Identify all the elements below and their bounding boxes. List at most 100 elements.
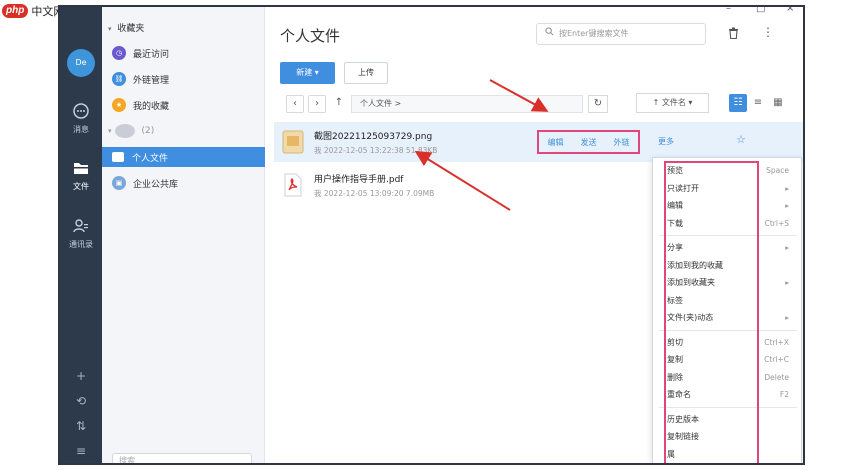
context-menu-item[interactable]: 下载 Ctrl+S [667, 215, 797, 232]
detail-view-icon[interactable]: ☷ [729, 94, 747, 112]
sort-dropdown[interactable]: ↑ 文件名 ▾ [636, 93, 709, 113]
rail-label-messages: 消息 [73, 125, 89, 134]
rail-label-files: 文件 [73, 182, 89, 191]
minimize-icon[interactable]: – [726, 7, 731, 14]
menu-item-shortcut: Ctrl+S [764, 218, 789, 228]
share-link-button[interactable]: 外链 [614, 137, 630, 148]
file-name: 用户操作指导手册.pdf [314, 174, 404, 185]
menu-item-label: 复制链接 [667, 432, 699, 441]
context-menu-item[interactable]: 编辑 ▸ [667, 197, 797, 214]
file-meta: 我 2022-12-05 13:09:20 7.09MB [314, 188, 435, 198]
send-button[interactable]: 发送 [581, 137, 597, 148]
sidebar-item-enterprise-library[interactable]: ▣ 企业公共库 [102, 173, 265, 193]
breadcrumb[interactable]: 个人文件 > [351, 95, 583, 113]
sidebar-item-personal-files[interactable]: 个人文件 [102, 147, 265, 167]
blurred-group-icon [114, 124, 135, 138]
context-menu-item[interactable]: 分享 ▸ [667, 239, 797, 256]
context-menu: 预览 Space 只读打开 ▸ 编辑 ▸ 下载 Ctrl+S 分享 ▸ 添加到我的收藏 添加到收藏夹 ▸… [652, 157, 802, 463]
favorite-star-icon[interactable]: ☆ [736, 133, 746, 146]
sidebar-item-label: 我的收藏 [133, 101, 170, 112]
watermark: php 中文网 [2, 3, 64, 19]
link-icon: ⛓ [112, 72, 126, 86]
context-menu-item[interactable]: 标签 [667, 292, 797, 309]
refresh-icon[interactable]: ↻ [588, 95, 608, 113]
context-menu-item[interactable]: 只读打开 ▸ [667, 180, 797, 197]
context-menu-item[interactable]: 历史版本 [667, 411, 797, 428]
grid-view-icon[interactable]: ▦ [769, 94, 787, 112]
forward-button[interactable]: › [308, 95, 326, 113]
row-actions: 编辑 发送 外链 [537, 130, 640, 154]
context-menu-item[interactable]: 删除 Delete [667, 369, 797, 386]
edit-button[interactable]: 编辑 [548, 137, 564, 148]
menu-item-label: 添加到收藏夹 [667, 278, 715, 287]
menu-item-shortcut: ▸ [785, 183, 789, 193]
image-file-icon [282, 130, 304, 154]
clock-icon: ◷ [112, 46, 126, 60]
chat-icon [60, 102, 102, 122]
context-menu-item[interactable]: 重命名 F2 [667, 386, 797, 403]
menu-item-label: 重命名 [667, 390, 691, 399]
plus-icon[interactable]: + [60, 369, 102, 383]
context-menu-item[interactable]: 文件(夹)动态 ▸ [667, 309, 797, 326]
personal-folder-icon [112, 152, 124, 162]
sidebar-collapsed-group[interactable]: ▾ (2) [102, 121, 265, 141]
close-icon[interactable]: × [786, 7, 794, 14]
menu-item-label: 编辑 [667, 201, 683, 210]
search-input[interactable]: 按Enter键搜索文件 [536, 23, 706, 45]
context-menu-item[interactable]: 添加到收藏夹 ▸ [667, 274, 797, 291]
up-arrow-icon[interactable]: ↑ [330, 95, 348, 113]
back-button[interactable]: ‹ [286, 95, 304, 113]
pdf-file-icon [282, 173, 304, 197]
contacts-icon [60, 217, 102, 237]
menu-item-label: 删除 [667, 372, 683, 382]
rail-item-files[interactable]: 文件 [60, 159, 102, 192]
avatar[interactable]: De [67, 49, 95, 77]
rail-item-messages[interactable]: 消息 [60, 102, 102, 135]
menu-item-shortcut: Ctrl+C [764, 355, 789, 364]
favorites-group[interactable]: ▾ 收藏夹 [108, 21, 144, 34]
context-menu-item[interactable]: 复制 Ctrl+C [667, 351, 797, 368]
menu-separator [659, 235, 797, 236]
context-menu-item[interactable]: 添加到我的收藏 [667, 257, 797, 274]
context-menu-item[interactable]: 剪切 Ctrl+X [667, 334, 797, 351]
file-name: 截图20221125093729.png [314, 131, 433, 142]
menu-item-shortcut: Space [766, 166, 789, 175]
menu-item-label: 文件(夹)动态 [667, 313, 714, 322]
context-menu-item[interactable]: 复制链接 [667, 428, 797, 445]
trash-icon[interactable] [728, 27, 739, 42]
sidebar-item-label: 个人文件 [132, 153, 169, 164]
rail-item-contacts[interactable]: 通讯录 [60, 217, 102, 250]
menu-icon[interactable]: ≡ [60, 444, 102, 458]
context-menu-item[interactable]: 预览 Space [667, 162, 797, 179]
menu-item-label: 添加到我的收藏 [667, 260, 723, 270]
sidebar-item-links[interactable]: ⛓ 外链管理 [102, 69, 265, 89]
menu-item-label: 只读打开 [667, 183, 699, 193]
context-menu-item[interactable]: 属 [667, 446, 797, 463]
more-button[interactable]: 更多 [658, 136, 674, 147]
sidebar-item-recent[interactable]: ◷ 最近访问 [102, 43, 265, 63]
menu-item-label: 属 [667, 449, 675, 459]
file-meta: 我 2022-12-05 13:22:38 51.83KB [314, 145, 438, 155]
menu-item-shortcut: ▸ [785, 278, 789, 287]
sidebar-item-favorites[interactable]: ★ 我的收藏 [102, 95, 265, 115]
menu-item-label: 标签 [667, 295, 683, 305]
menu-item-shortcut: ▸ [785, 243, 789, 252]
star-icon: ★ [112, 98, 126, 112]
upload-button[interactable]: 上传 [344, 62, 388, 84]
sync-icon[interactable]: ⟲ [60, 394, 102, 408]
menu-item-label: 历史版本 [667, 414, 699, 424]
transfer-icon[interactable]: ⇅ [60, 419, 102, 433]
left-rail: De 消息 文件 通讯录 + ⟲ ⇅ ≡ [60, 7, 102, 463]
menu-item-label: 下载 [667, 218, 683, 228]
library-icon: ▣ [112, 176, 126, 190]
folder-icon [60, 159, 102, 179]
favorites-group-label: 收藏夹 [117, 24, 145, 34]
new-button[interactable]: 新建 ▾ [280, 62, 335, 84]
list-view-icon[interactable]: ≡ [749, 94, 767, 112]
maximize-icon[interactable]: □ [756, 7, 765, 14]
sidebar-item-label: 企业公共库 [133, 179, 179, 190]
menu-item-label: 分享 [667, 243, 683, 252]
search-placeholder: 按Enter键搜索文件 [559, 29, 629, 38]
sidebar-search-input[interactable]: 搜索 [112, 453, 252, 463]
more-options-icon[interactable]: ⋮ [762, 25, 774, 39]
